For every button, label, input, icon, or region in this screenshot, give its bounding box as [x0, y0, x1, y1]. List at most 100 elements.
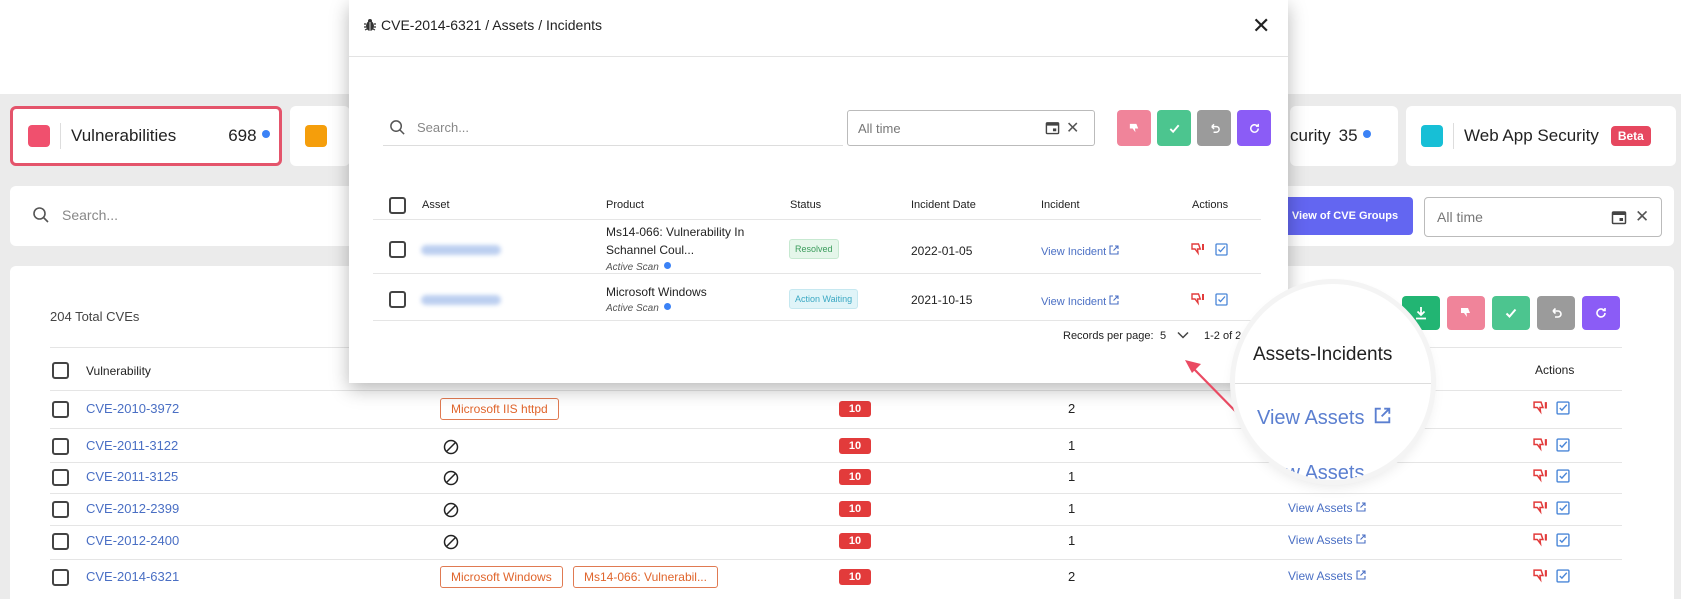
modal-search-input[interactable]: Search...	[417, 120, 469, 135]
checkbox-edit-icon[interactable]	[1556, 501, 1570, 515]
table-divider	[50, 525, 1622, 526]
product-tag[interactable]: Ms14-066: Vulnerabil...	[573, 566, 718, 588]
cve-link[interactable]: CVE-2010-3972	[86, 401, 179, 416]
row-checkbox[interactable]	[389, 241, 406, 258]
no-product-icon	[443, 502, 459, 518]
orange-color-square	[305, 125, 327, 147]
search-input[interactable]: Search...	[62, 207, 118, 223]
check-icon	[1169, 124, 1179, 133]
column-incident-date: Incident Date	[911, 199, 976, 211]
magnified-view-assets-link-next[interactable]: View Assets	[1257, 462, 1364, 480]
thumbs-down-icon[interactable]	[1533, 401, 1548, 415]
row-checkbox[interactable]	[52, 438, 69, 455]
modal-refresh-button[interactable]	[1237, 110, 1271, 146]
row-actions	[1533, 438, 1570, 452]
stat-card-security[interactable]: curity 35	[1290, 106, 1398, 166]
thumbs-down-icon[interactable]	[1533, 438, 1548, 452]
close-icon[interactable]: ✕	[1252, 13, 1270, 39]
modal-table-divider	[373, 273, 1261, 274]
checkbox-edit-icon[interactable]	[1556, 469, 1570, 483]
row-checkbox[interactable]	[52, 469, 69, 486]
thumbs-down-icon[interactable]	[1533, 469, 1548, 483]
row-actions	[1191, 243, 1228, 256]
view-assets-link[interactable]: View Assets	[1288, 501, 1366, 515]
date-filter[interactable]: All time ✕	[1424, 197, 1662, 237]
score-badge: 10	[839, 501, 871, 517]
view-assets-link[interactable]: View Assets	[1288, 533, 1366, 547]
view-incident-link[interactable]: View Incident	[1041, 245, 1119, 258]
cve-link[interactable]: CVE-2012-2399	[86, 501, 179, 516]
row-checkbox[interactable]	[52, 533, 69, 550]
thumbs-down-icon[interactable]	[1533, 569, 1548, 583]
cve-link[interactable]: CVE-2011-3122	[86, 438, 178, 453]
modal-date-filter[interactable]: All time ✕	[847, 110, 1095, 146]
thumbs-down-icon[interactable]	[1533, 501, 1548, 515]
approve-button[interactable]	[1492, 296, 1530, 330]
stat-card-partial[interactable]	[290, 106, 350, 166]
row-checkbox[interactable]	[389, 291, 406, 308]
cve-link[interactable]: CVE-2011-3125	[86, 469, 178, 484]
clear-date-icon[interactable]: ✕	[1635, 207, 1649, 227]
refresh-button[interactable]	[1582, 296, 1620, 330]
product-name: Ms14-066: Vulnerability In Schannel Coul…	[606, 225, 745, 257]
stat-count: 35	[1338, 126, 1358, 145]
dislike-button[interactable]	[1447, 296, 1485, 330]
info-icon[interactable]	[1362, 130, 1371, 138]
column-product: Product	[606, 199, 644, 211]
row-checkbox[interactable]	[52, 501, 69, 518]
modal-select-all-checkbox[interactable]	[389, 197, 406, 214]
view-assets-text: View Assets	[1288, 569, 1353, 583]
select-all-checkbox[interactable]	[52, 362, 69, 379]
modal-title: CVE-2014-6321 / Assets / Incidents	[363, 17, 602, 33]
checkbox-edit-icon[interactable]	[1556, 438, 1570, 452]
records-per-page-value: 5	[1160, 330, 1167, 342]
undo-button[interactable]	[1537, 296, 1575, 330]
info-icon[interactable]	[663, 262, 671, 269]
asset-count: 1	[1068, 501, 1076, 516]
webapp-color-square	[1421, 125, 1443, 147]
asset-count: 2	[1068, 401, 1076, 416]
asset-ip-blurred[interactable]	[421, 245, 501, 255]
modal-search-bar[interactable]: Search...	[383, 110, 843, 146]
calendar-icon[interactable]	[1045, 120, 1060, 135]
checkbox-edit-icon[interactable]	[1556, 533, 1570, 547]
thumbs-down-icon[interactable]	[1191, 243, 1205, 256]
row-actions	[1533, 569, 1570, 583]
row-checkbox[interactable]	[52, 569, 69, 586]
checkbox-edit-icon[interactable]	[1556, 569, 1570, 583]
stat-label: curity	[1290, 126, 1331, 145]
row-actions	[1533, 533, 1570, 547]
thumbs-down-icon[interactable]	[1191, 293, 1205, 306]
stat-card-web-app-security[interactable]: Web App Security Beta	[1406, 106, 1676, 166]
records-per-page-select[interactable]: 5	[1160, 330, 1189, 342]
column-status: Status	[790, 199, 822, 211]
stat-card-vulnerabilities[interactable]: Vulnerabilities 698	[10, 106, 282, 166]
magnified-divider	[1235, 383, 1431, 384]
product-tag[interactable]: Microsoft IIS httpd	[440, 398, 559, 420]
calendar-icon[interactable]	[1611, 209, 1627, 225]
row-checkbox[interactable]	[52, 401, 69, 418]
external-link-icon	[1109, 245, 1119, 255]
external-link-icon	[1374, 407, 1391, 424]
modal-dislike-button[interactable]	[1117, 110, 1151, 146]
checkbox-edit-icon[interactable]	[1556, 401, 1570, 415]
asset-ip-blurred[interactable]	[421, 295, 501, 305]
view-cve-groups-button[interactable]: View of CVE Groups	[1277, 197, 1413, 235]
info-icon[interactable]	[261, 130, 270, 138]
info-icon[interactable]	[663, 303, 671, 310]
magnified-view-assets-link[interactable]: View Assets	[1257, 407, 1391, 430]
undo-icon	[1552, 307, 1562, 318]
checkbox-edit-icon[interactable]	[1215, 293, 1228, 306]
cve-link[interactable]: CVE-2012-2400	[86, 533, 179, 548]
cve-link[interactable]: CVE-2014-6321	[86, 569, 179, 584]
no-product-icon	[443, 439, 459, 455]
column-actions: Actions	[1535, 363, 1575, 377]
modal-undo-button[interactable]	[1197, 110, 1231, 146]
thumbs-down-icon[interactable]	[1533, 533, 1548, 547]
clear-date-icon[interactable]: ✕	[1066, 118, 1079, 138]
modal-approve-button[interactable]	[1157, 110, 1191, 146]
view-incident-link[interactable]: View Incident	[1041, 295, 1119, 308]
product-tag[interactable]: Microsoft Windows	[440, 566, 563, 588]
checkbox-edit-icon[interactable]	[1215, 243, 1228, 256]
view-assets-link[interactable]: View Assets	[1288, 569, 1366, 583]
